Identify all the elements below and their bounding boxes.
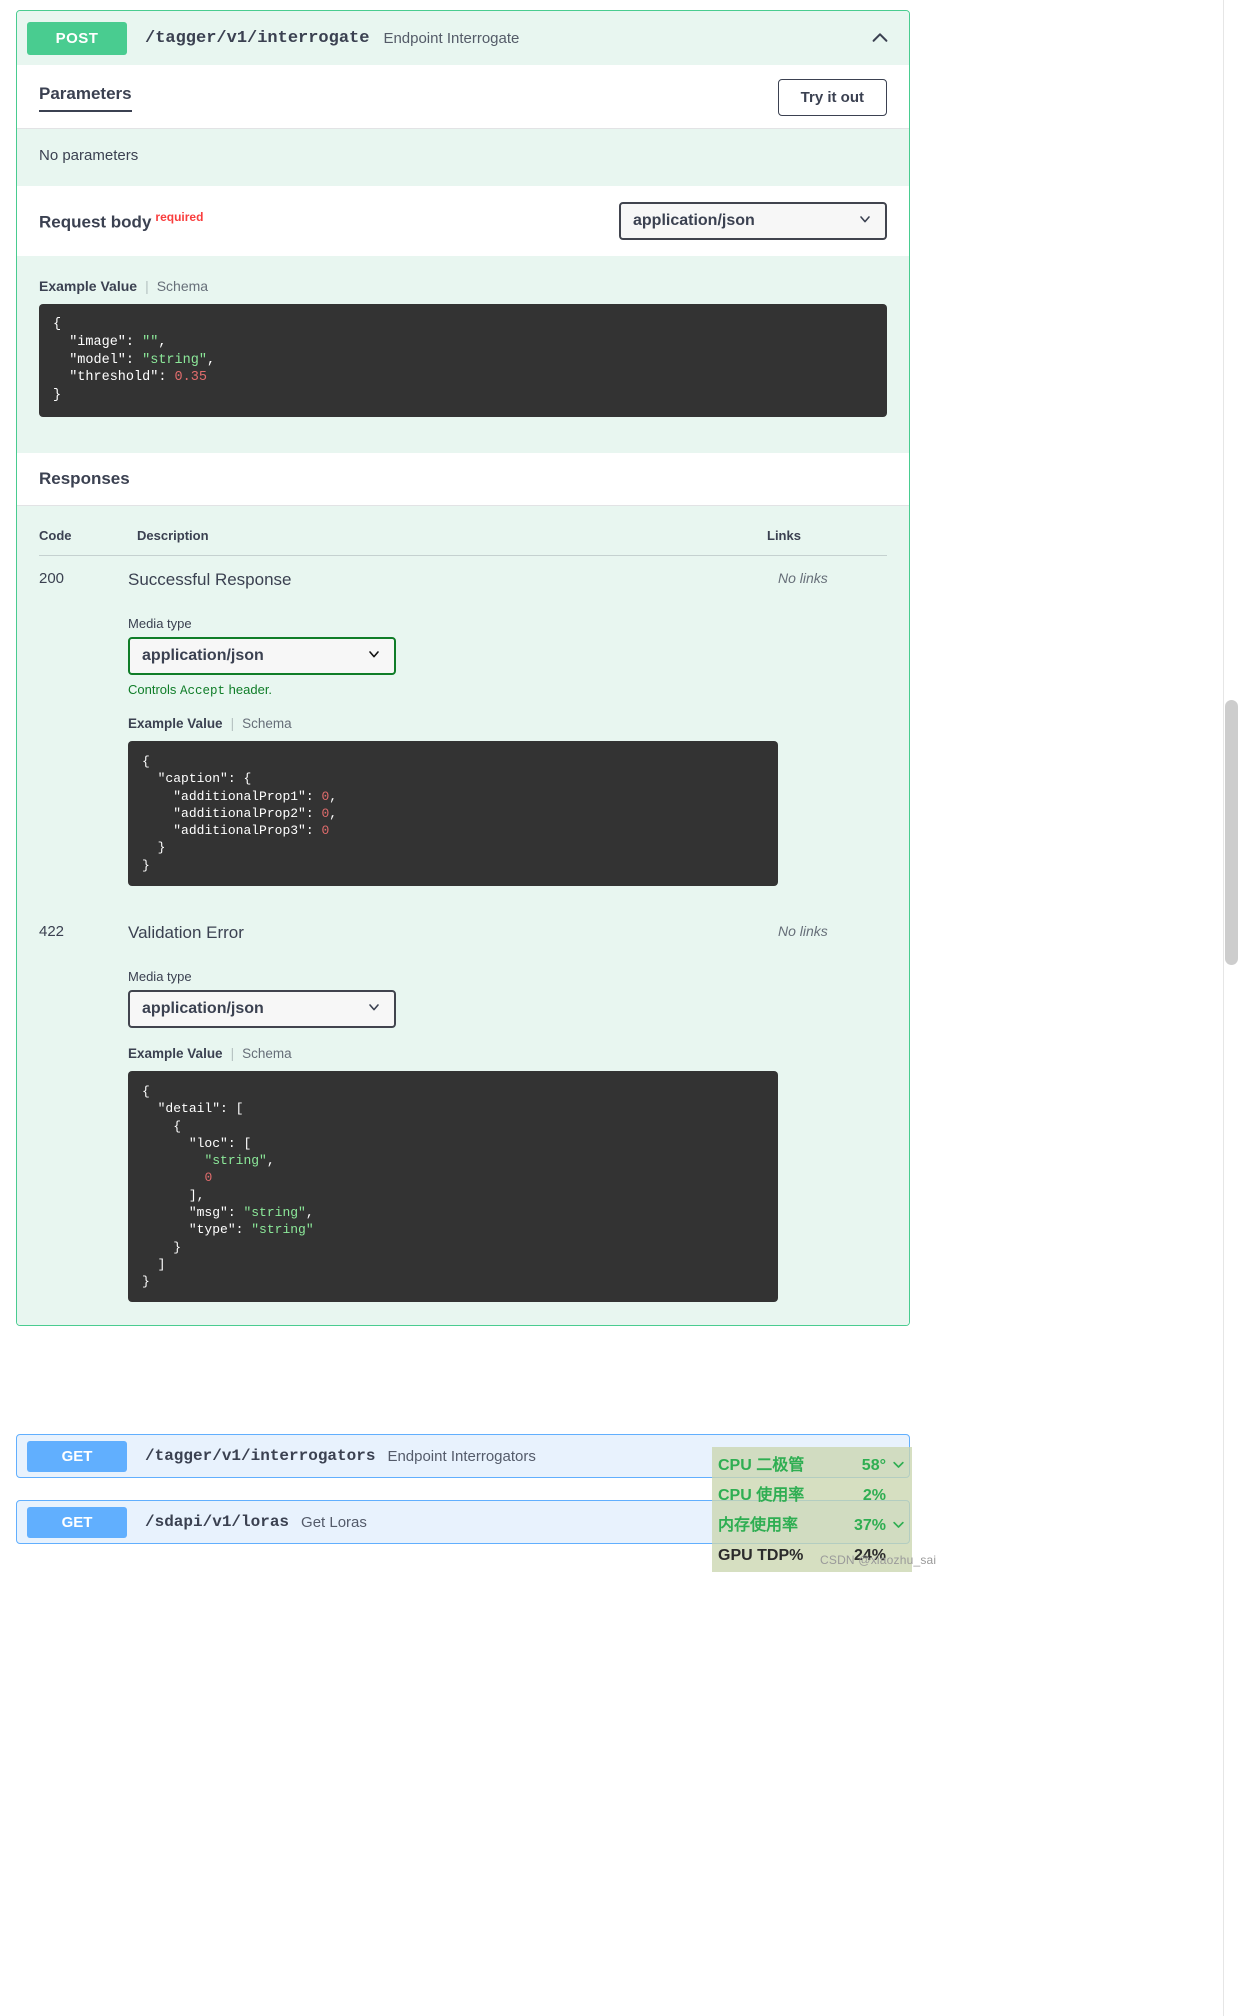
responses-title: Responses [17,453,909,507]
response-row-200: 200 Successful Response Media type appli… [39,556,887,899]
gpu-stat-label: GPU TDP% [718,1547,804,1564]
media-type-label: Media type [128,616,192,632]
response-links: No links [778,570,828,587]
tab-divider: | [145,278,149,294]
http-method-badge: GET [27,1506,127,1538]
gpu-stat-label: CPU 使用率 [718,1487,805,1504]
chevron-down-icon [890,1517,906,1535]
response-description: Validation Error [128,923,244,943]
request-body-media-type-select[interactable]: application/json [619,202,887,240]
response-description: Successful Response [128,570,292,590]
operation-path: /tagger/v1/interrogate [145,28,370,48]
chevron-up-icon[interactable] [867,25,893,51]
swagger-ui-page: POST /tagger/v1/interrogate Endpoint Int… [0,0,1240,2016]
operation-block-post-interrogate: POST /tagger/v1/interrogate Endpoint Int… [16,10,910,1327]
gpu-stat-row: CPU 使用率 2% [718,1481,906,1511]
try-it-out-button[interactable]: Try it out [777,79,887,116]
operation-summary-text: Get Loras [301,1513,367,1531]
gpu-stat-row: 内存使用率 37% [718,1511,906,1541]
request-body-header: Request body required application/json [17,186,909,256]
column-header-links: Links [767,528,801,544]
required-badge: required [155,209,204,224]
accept-header-note: Controls Accept header. [128,682,778,698]
page-scrollbar-thumb[interactable] [1225,700,1238,965]
tab-schema[interactable]: Schema [157,278,208,294]
parameters-title: Parameters [39,84,132,112]
column-header-code: Code [39,528,72,544]
page-scrollbar-track[interactable] [1223,0,1240,2016]
column-header-description: Description [137,528,209,544]
tab-example-value[interactable]: Example Value [128,1046,223,1061]
responses-section: Code Description Links 200 Successful Re… [17,506,909,1326]
request-body-example-code: { "image": "", "model": "string", "thres… [39,304,887,418]
gpu-stat-value: 2% [862,1487,886,1504]
response-row-422: 422 Validation Error Media type applicat… [39,899,887,1315]
http-method-badge: GET [27,1440,127,1472]
gpu-stat-value: 37% [853,1517,886,1534]
no-parameters-text: No parameters [39,147,139,164]
operation-summary-text: Endpoint Interrogators [387,1447,536,1465]
operation-summary-header[interactable]: POST /tagger/v1/interrogate Endpoint Int… [17,11,909,65]
response-media-type-select-200[interactable]: application/json [128,637,397,676]
media-type-label: Media type [128,969,192,985]
parameters-header: Parameters Try it out [17,65,909,129]
chevron-down-icon [366,646,382,667]
gpu-stat-row: CPU 二极管 58° [718,1451,906,1481]
http-method-badge: POST [27,21,127,55]
responses-table: Code Description Links 200 Successful Re… [17,506,909,1325]
tab-divider: | [230,1046,235,1062]
request-body-example-tabs: Example Value | Schema [17,256,909,304]
gpu-stat-value: 58° [861,1457,886,1474]
gpu-stat-label: CPU 二极管 [718,1457,805,1474]
response-example-tabs-422: Example Value | Schema [128,1046,778,1061]
watermark-text: CSDN @xiaozhu_sai [820,1553,937,1567]
responses-table-header: Code Description Links [39,528,887,557]
response-media-type-select-422[interactable]: application/json [128,990,397,1029]
accept-note-mono: Accept [180,684,226,699]
operation-body: Parameters Try it out No parameters Requ… [17,65,909,1326]
operation-summary-text: Endpoint Interrogate [383,29,520,47]
request-body-label: Request body [39,212,152,232]
response-example-code-200: { "caption": { "additionalProp1": 0, "ad… [128,741,779,887]
request-body-example-line-open: { [53,317,62,332]
response-code: 422 [39,923,65,941]
response-detail: Successful Response Media type applicati… [128,570,779,899]
chevron-down-icon [890,1457,906,1475]
response-example-tabs-200: Example Value | Schema [128,716,778,731]
accept-note-suffix: header. [225,682,273,698]
parameters-empty-section: No parameters [17,129,909,186]
tab-schema[interactable]: Schema [242,1046,292,1061]
request-body-media-type-value: application/json [633,212,755,229]
tab-example-value[interactable]: Example Value [128,716,223,731]
operation-path: /tagger/v1/interrogators [145,1447,376,1465]
request-body-example-section: Example Value | Schema { "image": "", "mod… [17,256,909,454]
response-example-code-422: { "detail": [ { "loc": [ "string", 0 ], … [128,1071,779,1303]
response-code: 200 [39,570,65,588]
response-media-type-value: application/json [142,647,264,665]
chevron-down-icon [857,211,873,232]
request-body-label-group: Request body required [39,210,203,232]
chevron-down-icon [366,999,382,1020]
response-links: No links [778,923,828,940]
tab-example-value[interactable]: Example Value [39,278,137,294]
tab-divider: | [230,716,235,732]
accept-note-prefix: Controls [128,682,181,698]
gpu-stat-label: 内存使用率 [718,1517,799,1534]
operation-path: /sdapi/v1/loras [145,1513,290,1531]
tab-schema[interactable]: Schema [242,716,292,731]
response-media-type-value: application/json [142,1000,264,1018]
response-detail: Validation Error Media type application/… [128,923,779,1315]
